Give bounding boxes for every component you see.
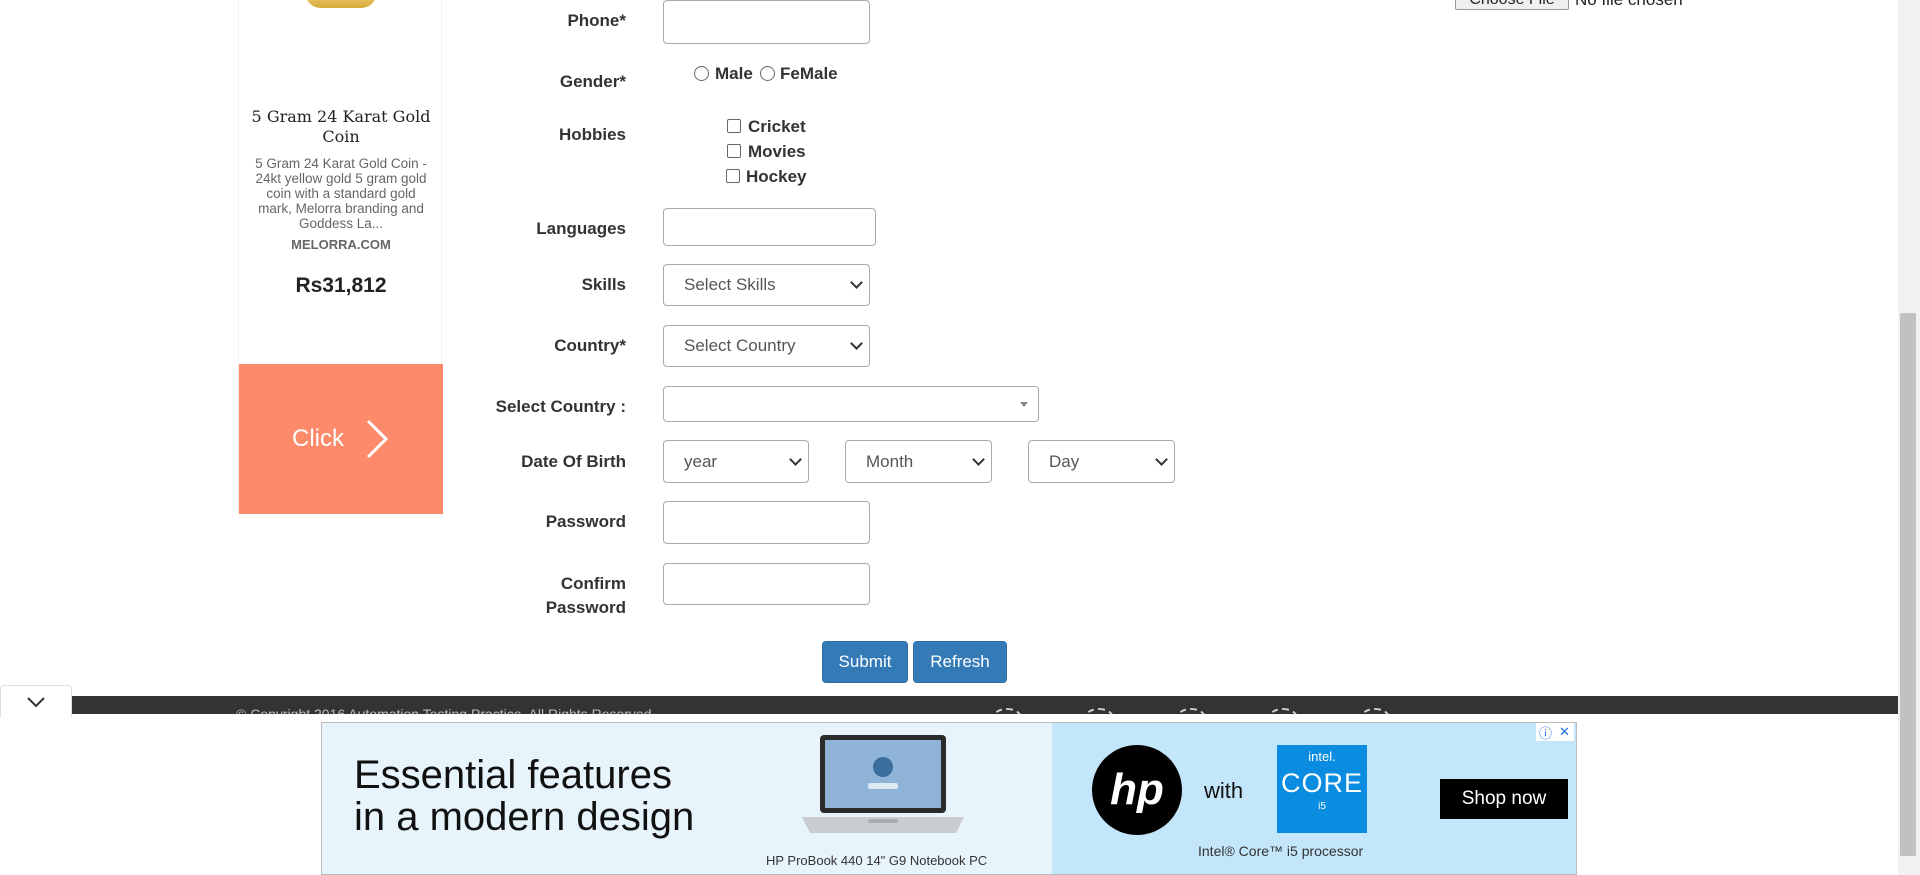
ad-headline-line1: Essential features bbox=[354, 753, 672, 797]
gold-coin-image[interactable] bbox=[305, 0, 377, 8]
dob-year-select[interactable]: year bbox=[663, 440, 809, 483]
chevron-down-icon bbox=[27, 696, 45, 707]
laptop-image bbox=[802, 735, 964, 833]
confirm-password-label-line1: Confirm bbox=[560, 574, 626, 593]
social-icon[interactable] bbox=[992, 708, 1022, 714]
social-icon[interactable] bbox=[1176, 708, 1206, 714]
dob-month-select[interactable]: Month bbox=[845, 440, 992, 483]
ad-headline-line2: in a modern design bbox=[354, 795, 695, 839]
password-input[interactable] bbox=[663, 501, 870, 544]
languages-label: Languages bbox=[536, 219, 626, 238]
social-icon[interactable] bbox=[1268, 708, 1298, 714]
bottom-banner-ad[interactable]: Essential features in a modern design HP… bbox=[321, 722, 1577, 875]
ad-product-model: HP ProBook 440 14" G9 Notebook PC bbox=[766, 853, 988, 868]
close-icon[interactable]: ✕ bbox=[1555, 723, 1574, 741]
social-icon[interactable] bbox=[1084, 708, 1114, 714]
country-label: Country* bbox=[554, 336, 626, 355]
hobby-hockey-label[interactable]: Hockey bbox=[746, 167, 806, 187]
select-country-combobox[interactable] bbox=[663, 386, 1039, 422]
shop-now-button[interactable]: Shop now bbox=[1440, 779, 1568, 819]
confirm-password-label-line2: Password bbox=[545, 598, 626, 617]
gender-female-radio[interactable] bbox=[760, 66, 775, 81]
ad-click-button[interactable]: Click bbox=[239, 364, 443, 514]
ad-click-label: Click bbox=[292, 425, 344, 452]
chevron-down-icon bbox=[972, 452, 985, 466]
gender-female-label[interactable]: FeMale bbox=[780, 64, 838, 84]
confirm-password-input[interactable] bbox=[663, 563, 870, 605]
country-select[interactable]: Select Country bbox=[663, 325, 870, 367]
intel-tier-label: i5 bbox=[1318, 801, 1326, 812]
intel-core-badge: intel. CORE i5 bbox=[1277, 745, 1367, 833]
languages-input[interactable] bbox=[663, 208, 876, 246]
refresh-button[interactable]: Refresh bbox=[913, 641, 1007, 683]
phone-input[interactable] bbox=[663, 0, 870, 44]
chevron-down-icon bbox=[1155, 452, 1168, 466]
scrollbar-thumb[interactable] bbox=[1900, 313, 1916, 856]
ad-product-title[interactable]: 5 Gram 24 Karat Gold Coin bbox=[249, 107, 433, 147]
ad-headline: Essential features in a modern design bbox=[354, 754, 694, 838]
phone-label: Phone* bbox=[567, 11, 626, 30]
dob-year-value: year bbox=[684, 451, 718, 471]
chevron-down-icon bbox=[850, 337, 863, 350]
file-status-text: No file chosen bbox=[1575, 0, 1683, 10]
dob-month-value: Month bbox=[866, 451, 914, 471]
chevron-down-icon bbox=[850, 276, 863, 289]
hobbies-label: Hobbies bbox=[558, 125, 626, 144]
skills-label: Skills bbox=[581, 275, 626, 294]
ad-with-text: with bbox=[1204, 778, 1244, 803]
social-icon[interactable] bbox=[1360, 708, 1390, 714]
ad-brand-panel: hp with intel. CORE i5 Intel® Core™ i5 p… bbox=[1052, 723, 1576, 874]
dob-day-select[interactable]: Day bbox=[1028, 440, 1175, 483]
vertical-scrollbar[interactable] bbox=[1898, 0, 1920, 875]
hobby-movies-checkbox[interactable] bbox=[727, 144, 741, 158]
dob-label: Date Of Birth bbox=[521, 452, 626, 471]
footer-bar: © Copyright 2016 Automation Testing Prac… bbox=[72, 696, 1898, 714]
chevron-right-icon bbox=[366, 419, 389, 459]
hobby-movies-label[interactable]: Movies bbox=[748, 142, 806, 162]
ad-product-description: 5 Gram 24 Karat Gold Coin - 24kt yellow … bbox=[255, 156, 427, 231]
hobby-cricket-label[interactable]: Cricket bbox=[748, 117, 806, 137]
dob-day-value: Day bbox=[1049, 451, 1080, 471]
select-country-label: Select Country : bbox=[495, 397, 626, 416]
ad-source: MELORRA.COM bbox=[291, 237, 391, 252]
collapse-ad-button[interactable] bbox=[0, 685, 72, 717]
country-select-value: Select Country bbox=[684, 336, 796, 355]
ad-price: Rs31,812 bbox=[295, 274, 387, 297]
submit-button[interactable]: Submit bbox=[822, 641, 908, 683]
choose-file-button[interactable]: Choose File bbox=[1455, 0, 1569, 10]
footer-copyright: © Copyright 2016 Automation Testing Prac… bbox=[236, 706, 656, 714]
processor-caption: Intel® Core™ i5 processor bbox=[1198, 843, 1364, 859]
password-label: Password bbox=[545, 512, 626, 531]
caret-down-icon bbox=[1020, 402, 1028, 407]
gender-male-label[interactable]: Male bbox=[715, 64, 753, 84]
hp-logo: hp bbox=[1092, 745, 1182, 835]
skills-select[interactable]: Select Skills bbox=[663, 264, 870, 306]
ad-choices[interactable]: ⓘ ✕ bbox=[1536, 723, 1574, 741]
gender-label: Gender* bbox=[559, 72, 626, 91]
gender-male-radio[interactable] bbox=[694, 66, 709, 81]
chevron-down-icon bbox=[789, 452, 802, 466]
intel-core-label: CORE bbox=[1280, 768, 1363, 798]
hobby-hockey-checkbox[interactable] bbox=[726, 169, 740, 183]
info-icon[interactable]: ⓘ bbox=[1536, 723, 1555, 741]
skills-select-value: Select Skills bbox=[684, 275, 776, 294]
intel-label: intel. bbox=[1308, 749, 1336, 764]
side-advertisement[interactable]: 5 Gram 24 Karat Gold Coin 5 Gram 24 Kara… bbox=[238, 0, 443, 514]
hobby-cricket-checkbox[interactable] bbox=[727, 119, 741, 133]
